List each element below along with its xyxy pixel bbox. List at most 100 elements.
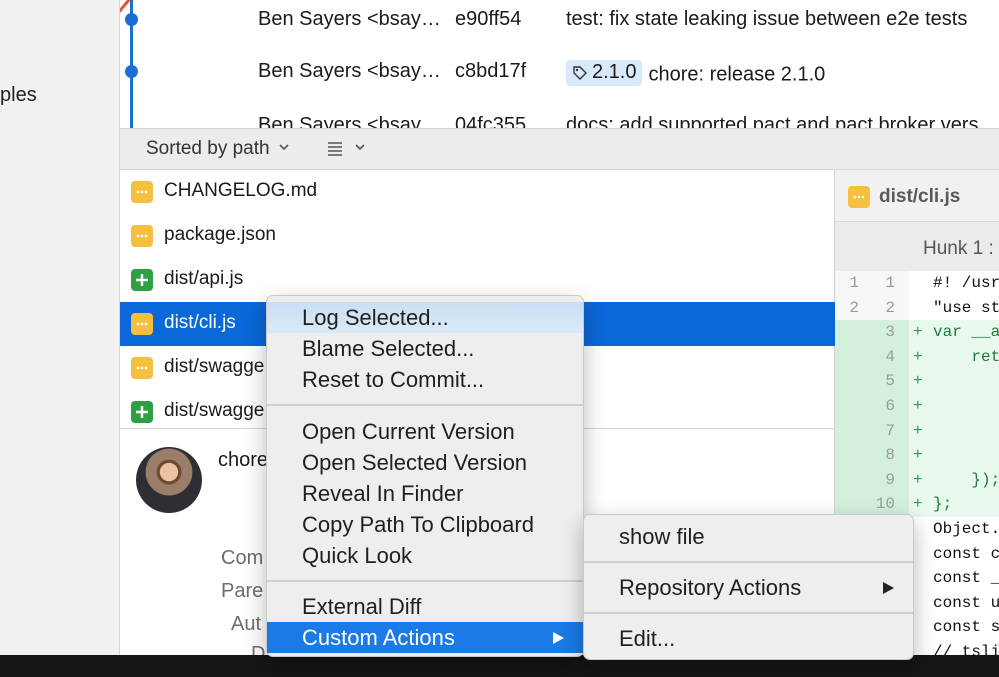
menu-item-reveal-in-finder[interactable]: Reveal In Finder (267, 478, 583, 509)
file-name: package.json (164, 224, 276, 245)
chevron-down-icon[interactable] (278, 141, 290, 153)
menu-separator (584, 612, 913, 614)
menu-item-quick-look[interactable]: Quick Look (267, 540, 583, 571)
submenu-item-show-file[interactable]: show file (584, 521, 913, 552)
commit-author: Ben Sayers <bsay… (258, 60, 441, 82)
modified-status-icon (131, 225, 153, 247)
hunk-label: Hunk 1 : (923, 238, 994, 259)
commit-sha: 04fc355 (455, 114, 527, 128)
file-name: dist/swagge (164, 356, 265, 377)
old-line-number: 1 (849, 274, 859, 292)
diff-line: 2 2 "use st (835, 295, 999, 321)
commit-subject: chore (218, 449, 269, 471)
commit-meta-label: D (251, 643, 266, 655)
menu-item-blame-selected[interactable]: Blame Selected... (267, 333, 583, 364)
commit-dot (125, 13, 138, 26)
file-name: dist/api.js (164, 268, 244, 289)
modified-status-icon (131, 357, 153, 379)
menu-item-external-diff[interactable]: External Diff (267, 591, 583, 622)
diff-marker: + (913, 470, 923, 489)
menu-item-reset-to-commit[interactable]: Reset to Commit... (267, 364, 583, 395)
added-status-icon (131, 401, 153, 423)
commit-message: test: fix state leaking issue between e2… (566, 8, 968, 30)
diff-marker: + (913, 323, 923, 342)
menu-item-copy-path[interactable]: Copy Path To Clipboard (267, 509, 583, 540)
new-line-number: 7 (885, 421, 895, 440)
modified-status-icon (848, 186, 870, 208)
submenu-item-edit[interactable]: Edit... (584, 623, 913, 654)
new-line-number: 6 (885, 397, 895, 415)
code-text: }); (933, 470, 999, 489)
submenu-arrow-icon (883, 582, 894, 594)
new-line-number: 9 (885, 470, 895, 489)
file-name: dist/cli.js (164, 312, 236, 333)
diff-marker: + (913, 421, 923, 440)
diff-line: 3 + var __a (835, 320, 999, 345)
added-status-icon (131, 269, 153, 291)
commit-author: Ben Sayers <bsay… (258, 114, 441, 128)
menu-separator (584, 561, 913, 563)
tag-icon (573, 65, 587, 80)
commit-row[interactable]: Ben Sayers <bsay… 04fc355 docs: add supp… (120, 106, 999, 128)
code-text: Object. (933, 520, 999, 538)
diff-marker: + (913, 446, 923, 465)
menu-separator (267, 580, 583, 582)
code-text: // tsli (933, 643, 999, 655)
code-text: const _ (933, 569, 999, 588)
diff-marker: + (913, 372, 923, 391)
sidebar: ples (0, 0, 120, 655)
diff-line: 8 + (835, 443, 999, 468)
menu-item-log-selected[interactable]: Log Selected... (267, 302, 583, 333)
commit-row[interactable]: Ben Sayers <bsay… c8bd17f 2.1.0 chore: r… (120, 52, 999, 102)
commit-sha: e90ff54 (455, 8, 522, 30)
file-name: dist/swagge (164, 400, 265, 421)
menu-item-open-selected-version[interactable]: Open Selected Version (267, 447, 583, 478)
diff-file-name: dist/cli.js (879, 186, 961, 207)
avatar (136, 447, 202, 513)
sidebar-item-label[interactable]: ples (0, 84, 37, 107)
code-text: }; (933, 495, 953, 514)
list-view-icon[interactable] (326, 139, 344, 157)
file-list-toolbar: Sorted by path (120, 128, 999, 170)
commit-row[interactable]: Ben Sayers <bsay… e90ff54 test: fix stat… (120, 0, 999, 50)
new-line-number: 5 (885, 372, 895, 391)
diff-marker: + (913, 397, 923, 415)
tag-badge[interactable]: 2.1.0 (566, 60, 643, 86)
chevron-down-icon[interactable] (354, 141, 366, 153)
submenu-arrow-icon (553, 632, 564, 644)
custom-actions-submenu: show file Repository Actions Edit... (583, 514, 914, 660)
commit-dot (125, 65, 138, 78)
sort-dropdown[interactable]: Sorted by path (146, 138, 270, 160)
new-line-number: 8 (885, 446, 895, 465)
tag-label: 2.1.0 (592, 61, 637, 83)
diff-line: 1 1 #! /usr (835, 271, 999, 296)
code-text: const u (933, 593, 999, 612)
diff-file-header: dist/cli.js (835, 170, 999, 222)
submenu-item-repository-actions[interactable]: Repository Actions (584, 572, 913, 603)
new-line-number: 4 (885, 347, 895, 366)
file-name: CHANGELOG.md (164, 180, 318, 201)
code-text: const c (933, 544, 999, 563)
menu-item-open-current-version[interactable]: Open Current Version (267, 416, 583, 447)
code-text: #! /usr (933, 274, 999, 292)
commit-meta-label: Com (221, 547, 264, 569)
code-text: "use st (933, 298, 999, 317)
new-line-number: 2 (885, 298, 895, 317)
old-line-number: 2 (849, 298, 859, 317)
context-menu: Log Selected... Blame Selected... Reset … (266, 295, 584, 657)
modified-status-icon (131, 181, 153, 203)
diff-marker: + (913, 347, 923, 366)
menu-item-custom-actions[interactable]: Custom Actions (267, 622, 583, 653)
new-line-number: 10 (875, 495, 895, 514)
file-row[interactable]: package.json (120, 214, 835, 258)
diff-line: 7 + (835, 418, 999, 444)
hunk-header: Hunk 1 : (835, 222, 999, 271)
file-row[interactable]: CHANGELOG.md (120, 170, 835, 214)
new-line-number: 3 (885, 323, 895, 342)
commit-meta-label: Pare (221, 580, 264, 602)
diff-line: 9 + }); (835, 467, 999, 493)
menu-separator (267, 404, 583, 406)
diff-line: 5 + (835, 369, 999, 394)
commit-meta-label: Aut (231, 613, 262, 635)
commit-sha: c8bd17f (455, 60, 527, 82)
